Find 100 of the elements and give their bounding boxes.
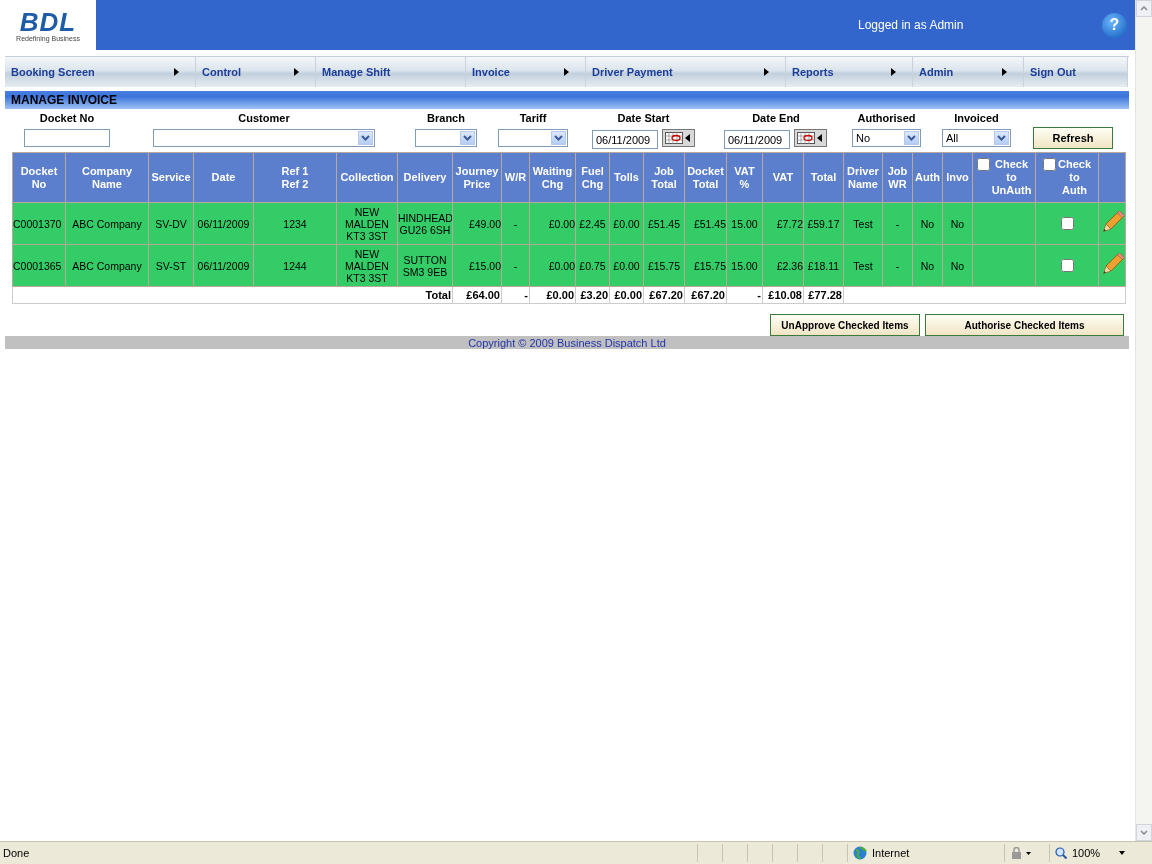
- action-button[interactable]: UnApprove Checked Items: [770, 314, 920, 336]
- table-cell: £15.75: [643, 244, 685, 287]
- date-field[interactable]: 06/11/2009: [724, 130, 790, 149]
- table-cell: 06/11/2009: [193, 202, 254, 245]
- table-cell: NEW MALDEN KT3 3ST: [336, 202, 398, 245]
- column-header: W/R: [501, 152, 530, 203]
- column-header: Driver Name: [843, 152, 883, 203]
- zoom-icon[interactable]: [1055, 847, 1067, 859]
- nav-menu-item[interactable]: Reports: [786, 57, 913, 87]
- total-cell: £3.20: [575, 286, 610, 304]
- table-cell: ABC Company: [65, 244, 149, 287]
- table-cell: Test: [843, 244, 883, 287]
- calendar-icon: [665, 132, 683, 144]
- filter-label: Tariff: [519, 111, 547, 126]
- dropdown[interactable]: No: [852, 129, 921, 147]
- nav-menu-item[interactable]: Control: [196, 57, 316, 87]
- submenu-arrow-icon: [764, 68, 769, 76]
- table-cell: £0.75: [575, 244, 610, 287]
- dropdown[interactable]: [415, 129, 477, 147]
- dropdown[interactable]: [153, 129, 375, 147]
- section-title: MANAGE INVOICE: [5, 91, 1129, 109]
- table-cell: £49.00: [452, 202, 502, 245]
- total-cell: -: [501, 286, 530, 304]
- caret-left-icon: [817, 134, 822, 142]
- table-cell: -: [501, 202, 530, 245]
- table-cell: SV-ST: [148, 244, 194, 287]
- column-header: Date: [193, 152, 254, 203]
- total-cell: £0.00: [609, 286, 644, 304]
- lock-icon[interactable]: [1010, 847, 1032, 859]
- column-header: Invo: [942, 152, 973, 203]
- table-cell: £7.72: [762, 202, 804, 245]
- table-cell: 1244: [253, 244, 337, 287]
- column-header: Job WR: [882, 152, 913, 203]
- pencil-icon[interactable]: [1100, 252, 1124, 277]
- table-cell: NEW MALDEN KT3 3ST: [336, 244, 398, 287]
- column-header: Company Name: [65, 152, 149, 203]
- table-cell: -: [882, 244, 913, 287]
- table-cell: £51.45: [684, 202, 727, 245]
- dropdown[interactable]: All: [942, 129, 1011, 147]
- globe-icon: [853, 846, 867, 860]
- zoom-level[interactable]: 100%: [1072, 847, 1101, 859]
- chevron-down-icon: [551, 131, 566, 145]
- table-cell: No: [942, 202, 973, 245]
- submenu-arrow-icon: [891, 68, 896, 76]
- submenu-arrow-icon: [174, 68, 179, 76]
- auth-checkbox[interactable]: [1060, 259, 1074, 273]
- table-cell: HINDHEAD GU26 6SH: [397, 202, 453, 245]
- table-cell: Test: [843, 202, 883, 245]
- docket-field[interactable]: [24, 129, 110, 147]
- column-header: Total: [803, 152, 844, 203]
- table-cell: C0001365: [12, 244, 66, 287]
- column-header: VAT: [762, 152, 804, 203]
- column-header: VAT %: [726, 152, 763, 203]
- scroll-up-icon[interactable]: [1140, 6, 1148, 11]
- table-cell: £0.00: [609, 202, 644, 245]
- login-status: Logged in as Admin: [858, 18, 964, 32]
- calendar-button[interactable]: [794, 129, 827, 147]
- submenu-arrow-icon: [294, 68, 299, 76]
- filter-label: Invoiced: [954, 111, 999, 126]
- table-cell: 1234: [253, 202, 337, 245]
- table-cell: £2.36: [762, 244, 804, 287]
- submenu-arrow-icon: [564, 68, 569, 76]
- scroll-down-icon[interactable]: [1140, 830, 1148, 835]
- calendar-button[interactable]: [662, 129, 695, 147]
- column-header: Check to UnAuth: [991, 158, 1032, 197]
- table-cell: ABC Company: [65, 202, 149, 245]
- table-cell: £0.00: [529, 202, 576, 245]
- total-cell: £64.00: [452, 286, 502, 304]
- column-header: Journey Price: [452, 152, 502, 203]
- pencil-icon[interactable]: [1100, 210, 1124, 235]
- table-cell: SV-DV: [148, 202, 194, 245]
- column-header: Fuel Chg: [575, 152, 610, 203]
- nav-menu-item[interactable]: Invoice: [466, 57, 586, 87]
- column-header: Job Total: [643, 152, 685, 203]
- table-cell: 06/11/2009: [193, 244, 254, 287]
- column-header: Delivery: [397, 152, 453, 203]
- dropdown[interactable]: [498, 129, 568, 147]
- nav-menu-item[interactable]: Booking Screen: [5, 57, 196, 87]
- filter-label: Customer: [238, 111, 290, 126]
- table-cell: £59.17: [803, 202, 844, 245]
- auth-checkbox[interactable]: [1060, 217, 1074, 231]
- logo-text: BDL: [19, 8, 77, 35]
- column-header: Check to Auth: [1058, 158, 1091, 197]
- table-cell: 15.00: [726, 244, 763, 287]
- chevron-down-icon: [460, 131, 475, 145]
- nav-menu-item[interactable]: Manage Shift: [316, 57, 466, 87]
- caret-down-icon[interactable]: [1119, 851, 1126, 855]
- refresh-button[interactable]: Refresh: [1033, 127, 1113, 149]
- nav-menu-item[interactable]: Sign Out: [1024, 57, 1128, 87]
- header-checkbox[interactable]: [1043, 158, 1056, 171]
- nav-menu-item[interactable]: Admin: [913, 57, 1024, 87]
- total-cell: £10.08: [762, 286, 804, 304]
- action-button[interactable]: Authorise Checked Items: [925, 314, 1124, 336]
- date-field[interactable]: 06/11/2009: [592, 130, 658, 149]
- header-checkbox[interactable]: [976, 158, 990, 171]
- column-header: Auth: [912, 152, 943, 203]
- column-header: Ref 1 Ref 2: [253, 152, 337, 203]
- nav-menu-item[interactable]: Driver Payment: [586, 57, 786, 87]
- scrollbar[interactable]: [1135, 0, 1152, 841]
- table-cell: No: [942, 244, 973, 287]
